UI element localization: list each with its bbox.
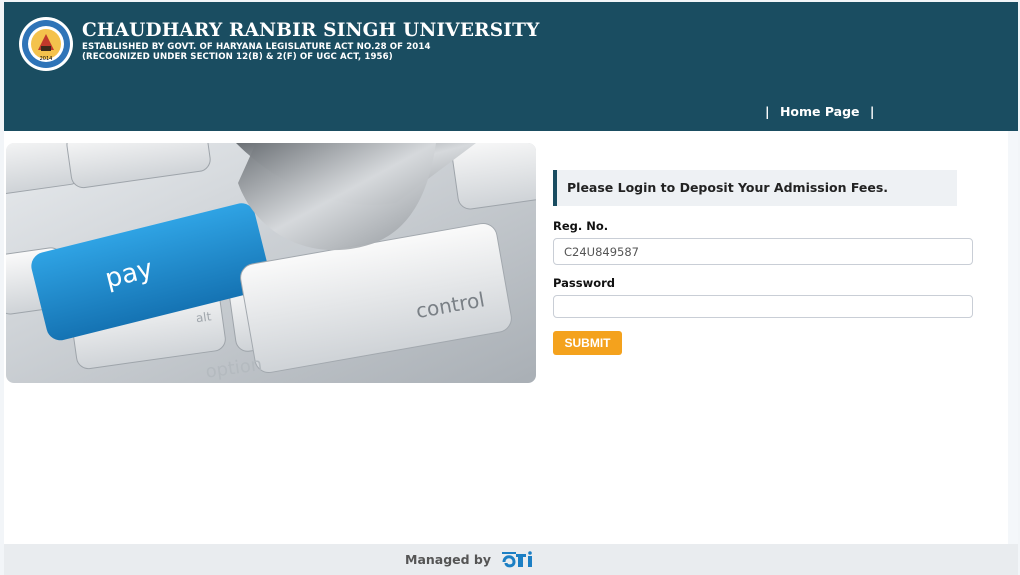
submit-button[interactable]: SUBMIT [553,331,622,355]
university-logo: 2014 [19,17,73,71]
reg-no-input[interactable] [553,238,973,265]
pay-keyboard-image: pay control alt option [6,143,536,383]
nav-separator-right: | [869,104,875,119]
password-input[interactable] [553,295,973,318]
top-nav: | Home Page | [759,104,880,119]
managed-by-text: Managed by [405,552,492,567]
established-text: ESTABLISHED BY GOVT. OF HARYANA LEGISLAT… [82,42,431,52]
alt-key-label: alt [195,309,212,325]
site-footer: Managed by [4,544,1018,575]
vendor-logo-icon [502,551,532,568]
reg-no-label: Reg. No. [553,219,609,233]
nav-separator-left: | [765,104,770,119]
login-form: Please Login to Deposit Your Admission F… [553,170,973,355]
logo-year: 2014 [40,56,53,62]
page: 2014 CHAUDHARY RANBIR SINGH UNIVERSITY E… [4,2,1018,575]
right-gutter [1008,131,1018,544]
home-page-link[interactable]: Home Page [780,104,860,119]
site-header: 2014 CHAUDHARY RANBIR SINGH UNIVERSITY E… [4,2,1018,131]
recognition-text: (RECOGNIZED UNDER SECTION 12(B) & 2(F) O… [82,52,393,62]
brand-block: CHAUDHARY RANBIR SINGH UNIVERSITY ESTABL… [82,20,540,62]
password-label: Password [553,276,615,290]
university-name: CHAUDHARY RANBIR SINGH UNIVERSITY [82,20,540,41]
login-notice: Please Login to Deposit Your Admission F… [553,170,957,206]
